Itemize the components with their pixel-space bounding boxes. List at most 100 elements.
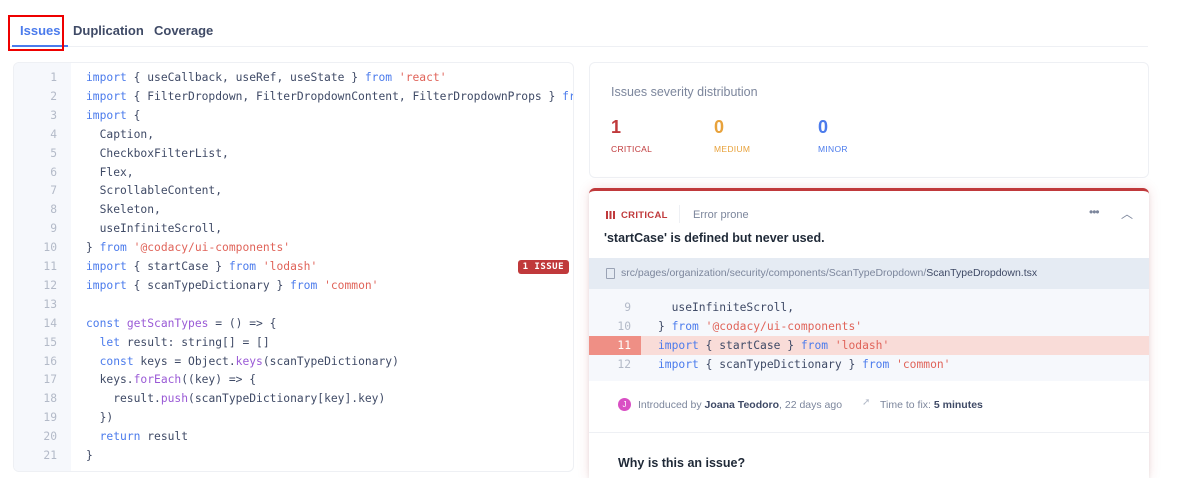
code-token: result xyxy=(140,430,189,444)
code-token: 'common' xyxy=(896,358,951,371)
code-token: ScrollableContent, xyxy=(86,184,223,198)
code-line: 7 ScrollableContent, xyxy=(14,181,573,200)
code-line: 1 import { useCallback, useRef, useState … xyxy=(14,68,573,87)
code-line: 14 const getScanTypes = () => { xyxy=(14,314,573,333)
focus-highlight xyxy=(8,15,64,51)
code-line: 4 Caption, xyxy=(14,125,573,144)
code-token: getScanTypes xyxy=(126,316,209,330)
line-number: 16 xyxy=(43,354,57,368)
avatar: J xyxy=(618,398,631,411)
line-source: CheckboxFilterList, xyxy=(86,144,229,163)
tab-duplication[interactable]: Duplication xyxy=(73,23,144,38)
code-line: 12 import { scanTypeDictionary } from 'co… xyxy=(589,355,1149,374)
severity-medium[interactable]: 0 MEDIUM xyxy=(714,117,750,154)
code-line: 15 let result: string[] = [] xyxy=(14,333,573,352)
issue-meta: J Introduced by Joana Teodoro, 22 days a… xyxy=(589,381,1149,433)
code-token: } xyxy=(658,320,672,333)
code-token: import xyxy=(86,71,127,84)
line-number: 15 xyxy=(43,335,57,349)
code-token: { startCase } xyxy=(698,339,801,352)
line-source: import { startCase } from 'lodash' xyxy=(658,336,889,355)
line-number: 10 xyxy=(617,320,631,333)
code-token: = () => { xyxy=(208,316,277,330)
code-line: 3 import { xyxy=(14,106,573,125)
line-number: 14 xyxy=(43,316,57,330)
line-source: } from '@codacy/ui-components' xyxy=(658,317,862,336)
line-source: keys.forEach((key) => { xyxy=(86,370,256,389)
severity-minor[interactable]: 0 MINOR xyxy=(818,117,848,154)
code-line: 21} xyxy=(14,446,573,465)
code-token: const xyxy=(86,316,121,330)
code-token: 'lodash' xyxy=(262,260,318,273)
code-token: import xyxy=(658,339,699,352)
line-number: 12 xyxy=(617,358,631,371)
code-token: '@codacy/ui-components' xyxy=(133,241,291,255)
code-token: { useCallback, useRef, useState } xyxy=(126,71,365,84)
code-token: Flex, xyxy=(86,165,134,179)
line-number: 20 xyxy=(43,430,57,444)
line-source: let result: string[] = [] xyxy=(86,333,270,352)
code-line: 11 import { startCase } from 'lodash' 1 IS… xyxy=(14,257,573,276)
code-token: from xyxy=(228,260,257,273)
ellipsis-icon[interactable]: ••• xyxy=(1089,205,1100,219)
severity-badge: CRITICAL xyxy=(606,210,668,221)
medium-label: MEDIUM xyxy=(714,144,751,154)
chevron-up-icon[interactable]: ︿ xyxy=(1121,205,1133,222)
line-source: Flex, xyxy=(86,163,134,182)
minor-label: MINOR xyxy=(818,144,848,154)
line-number: 18 xyxy=(43,392,57,406)
code-line: 13 xyxy=(14,295,573,314)
tab-coverage[interactable]: Coverage xyxy=(154,23,213,38)
line-source: useInfiniteScroll, xyxy=(658,298,794,317)
code-line: 8 Skeleton, xyxy=(14,200,573,219)
code-token: keys = Object. xyxy=(133,354,236,368)
code-token: import xyxy=(86,278,127,292)
path-prefix: src/pages/organization/security/componen… xyxy=(621,267,927,279)
line-source: import { scanTypeDictionary } from 'comm… xyxy=(86,276,379,295)
line-number: 9 xyxy=(50,222,57,236)
code-token: import xyxy=(658,358,699,371)
line-number: 13 xyxy=(43,297,57,311)
introduced-label: Introduced by xyxy=(638,399,705,411)
line-number: 17 xyxy=(43,373,57,387)
line-number: 1 xyxy=(50,71,57,84)
file-path[interactable]: src/pages/organization/security/componen… xyxy=(589,258,1149,289)
issue-count-badge[interactable]: 1 ISSUE xyxy=(517,260,569,274)
code-line: 10} from '@codacy/ui-components' xyxy=(14,238,573,257)
file-icon xyxy=(606,268,615,279)
line-source: Caption, xyxy=(86,125,154,144)
why-issue-heading: Why is this an issue? xyxy=(618,456,746,470)
code-line: 17 keys.forEach((key) => { xyxy=(14,370,573,389)
code-token: } xyxy=(86,241,100,255)
line-source: }) xyxy=(86,408,114,427)
code-token: from xyxy=(364,71,393,84)
code-token: from xyxy=(290,278,318,292)
critical-count: 1 xyxy=(611,117,622,137)
code-line: 12 import { scanTypeDictionary } from 'co… xyxy=(14,276,573,295)
code-token: { FilterDropdown, FilterDropdownContent,… xyxy=(126,89,563,103)
line-source: useInfiniteScroll, xyxy=(86,219,222,238)
code-token: keys. xyxy=(86,373,134,387)
severity-bars-icon xyxy=(606,211,616,219)
code-token: '@codacy/ui-components' xyxy=(705,320,863,333)
code-token: import xyxy=(86,108,127,122)
code-line: 18 result.push(scanTypeDictionary[key].k… xyxy=(14,389,573,408)
line-number: 11 xyxy=(43,260,57,273)
time-to-fix: Time to fix: 5 minutes xyxy=(880,399,983,411)
code-token: from xyxy=(862,358,890,371)
line-number: 2 xyxy=(50,89,57,103)
line-source: const keys = Object.keys(scanTypeDiction… xyxy=(86,352,399,371)
line-number: 7 xyxy=(50,184,57,198)
code-token: { scanTypeDictionary } xyxy=(126,278,291,292)
line-number: 8 xyxy=(50,203,57,217)
code-snippet: 9 useInfiniteScroll, 10} from '@codacy/ui… xyxy=(589,289,1149,381)
line-number: 4 xyxy=(50,127,57,141)
ttf-value: 5 minutes xyxy=(933,399,983,411)
line-source: } from '@codacy/ui-components' xyxy=(86,238,290,257)
line-source: import { useCallback, useRef, useState }… xyxy=(86,68,447,87)
severity-critical[interactable]: 1 CRITICAL xyxy=(611,117,652,154)
